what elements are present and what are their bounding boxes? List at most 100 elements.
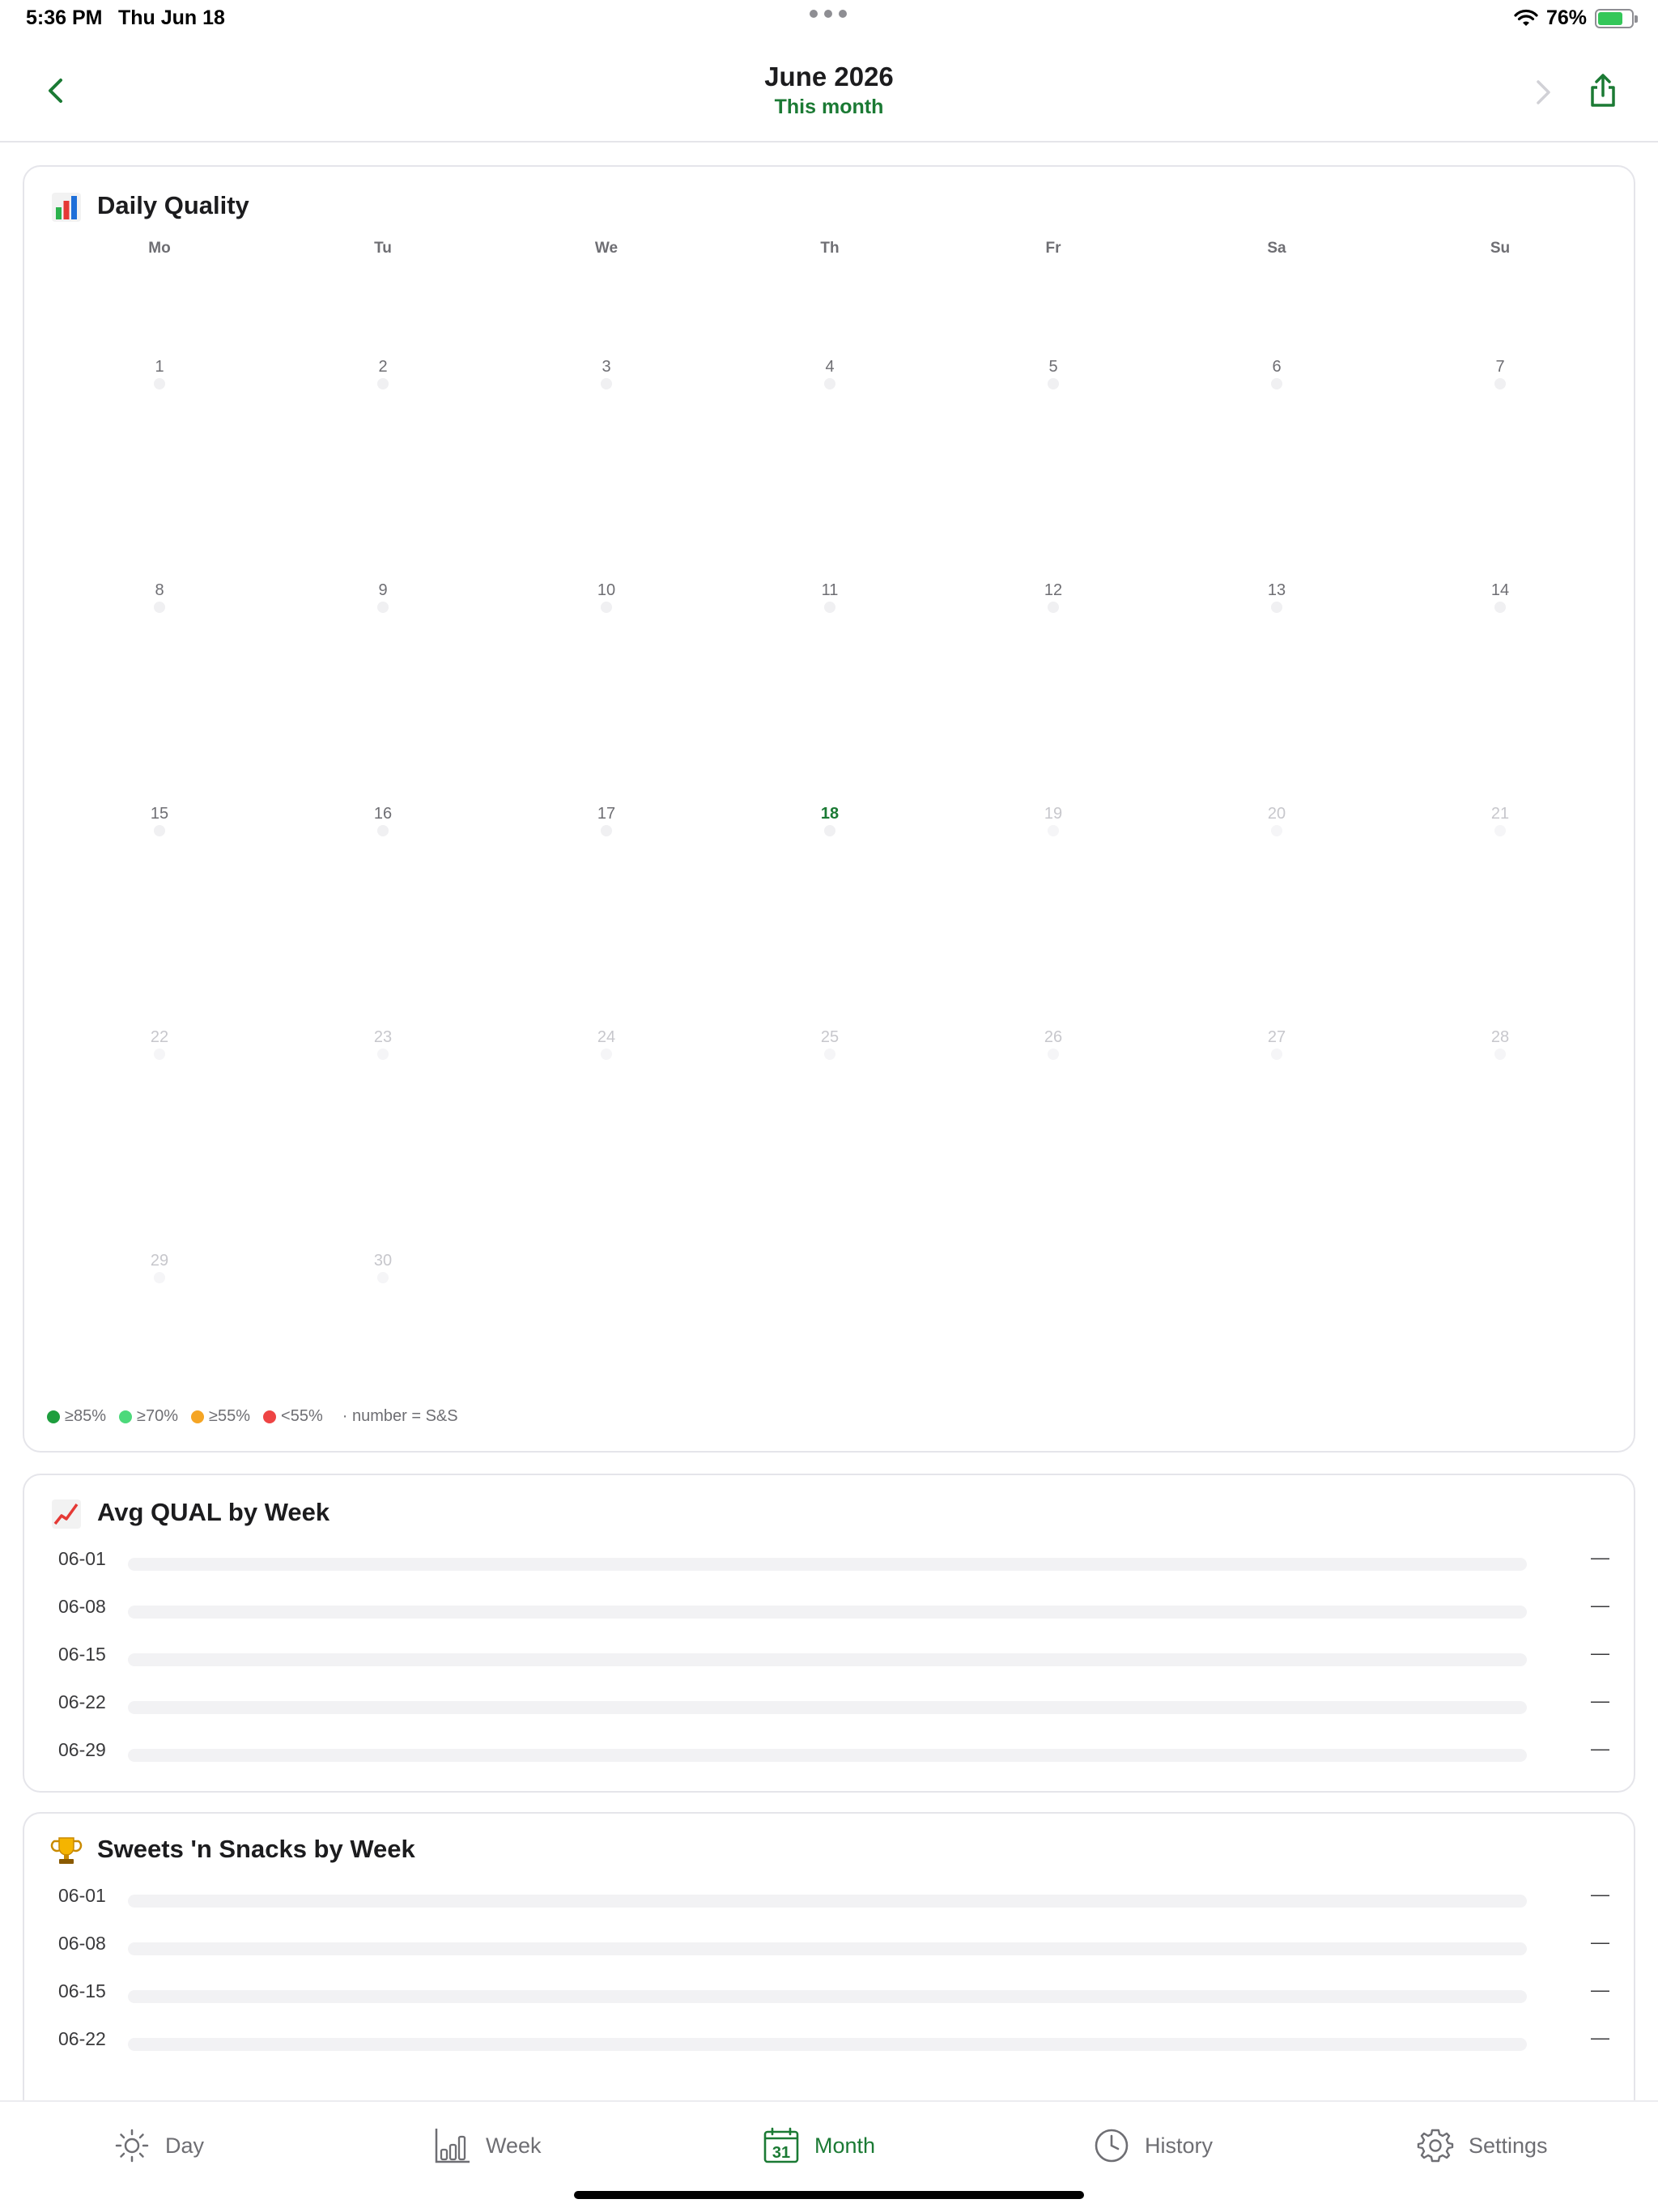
calendar-day[interactable]: 29	[111, 1252, 208, 1283]
legend-label: ≥70%	[137, 1407, 179, 1425]
week-row: 06-01 —	[24, 1545, 1634, 1577]
legend-label: <55%	[281, 1407, 323, 1425]
status-time: 5:36 PM	[26, 6, 103, 29]
week-bar-track	[128, 1749, 1527, 1762]
calendar-day[interactable]: 8	[111, 581, 208, 613]
week-row: 06-15 —	[24, 1640, 1634, 1673]
calendar-day[interactable]: 13	[1228, 581, 1325, 613]
legend-item: ≥70%	[119, 1407, 178, 1426]
calendar-day[interactable]: 21	[1452, 805, 1549, 836]
day-number: 21	[1490, 805, 1510, 823]
calendar-day[interactable]: 11	[781, 581, 878, 613]
calendar-day[interactable]: 22	[111, 1028, 208, 1060]
page-title: June 2026	[764, 62, 894, 91]
calendar-day[interactable]: 12	[1005, 581, 1102, 613]
calendar-day[interactable]: 6	[1228, 358, 1325, 389]
calendar-day[interactable]: 20	[1228, 805, 1325, 836]
calendar-day[interactable]: 27	[1228, 1028, 1325, 1060]
day-quality-dot	[1048, 378, 1059, 389]
day-quality-dot	[154, 1272, 165, 1283]
calendar-day[interactable]: 7	[1452, 358, 1549, 389]
calendar-day[interactable]: 28	[1452, 1028, 1549, 1060]
calendar-icon: 31	[763, 2127, 799, 2163]
week-bar-track	[128, 1990, 1527, 2003]
day-quality-dot	[1271, 1049, 1282, 1060]
wifi-icon	[1514, 9, 1538, 26]
share-icon[interactable]	[1585, 71, 1621, 110]
battery-fill	[1598, 11, 1623, 25]
legend-item: <55%	[263, 1407, 323, 1426]
calendar-day[interactable]: 23	[334, 1028, 432, 1060]
tab-settings[interactable]: Settings	[1417, 2123, 1548, 2168]
tab-history[interactable]: History	[1093, 2123, 1213, 2168]
day-quality-dot	[824, 602, 835, 613]
day-number: 13	[1267, 581, 1286, 599]
calendar-day[interactable]: 10	[558, 581, 655, 613]
tab-day[interactable]: Day	[113, 2123, 204, 2168]
weekday-label: Fr	[1045, 240, 1061, 257]
calendar-day[interactable]: 1	[111, 358, 208, 389]
day-quality-dot	[154, 378, 165, 389]
day-quality-dot	[154, 602, 165, 613]
tab-week-label: Week	[486, 2133, 542, 2158]
calendar-day[interactable]: 25	[781, 1028, 878, 1060]
week-value: —	[1591, 1594, 1609, 1615]
calendar-day[interactable]: 3	[558, 358, 655, 389]
week-bar-track	[128, 1653, 1527, 1666]
calendar-day[interactable]: 15	[111, 805, 208, 836]
calendar-day[interactable]: 5	[1005, 358, 1102, 389]
status-date: Thu Jun 18	[118, 6, 225, 29]
day-quality-dot	[1048, 825, 1059, 836]
day-number: 19	[1044, 805, 1063, 823]
weekday-label: Su	[1490, 240, 1511, 257]
day-quality-dot	[601, 602, 612, 613]
day-number: 30	[373, 1252, 393, 1270]
page-subtitle[interactable]: This month	[0, 96, 1658, 119]
home-indicator[interactable]	[574, 2191, 1084, 2199]
multitasking-dots-icon[interactable]	[810, 10, 847, 18]
week-bar-track	[128, 2038, 1527, 2051]
day-number: 7	[1495, 358, 1505, 376]
week-label: 06-15	[58, 1980, 106, 2001]
calendar-day[interactable]: 16	[334, 805, 432, 836]
sun-icon	[115, 2129, 149, 2163]
sweets-snacks-title: Sweets 'n Snacks by Week	[97, 1835, 415, 1863]
day-quality-dot	[377, 1049, 389, 1060]
calendar-day[interactable]: 24	[558, 1028, 655, 1060]
day-quality-dot	[1271, 378, 1282, 389]
week-value: —	[1591, 1931, 1609, 1952]
week-value: —	[1591, 1883, 1609, 1904]
calendar-day[interactable]: 9	[334, 581, 432, 613]
tab-day-label: Day	[165, 2133, 205, 2158]
calendar-day[interactable]: 2	[334, 358, 432, 389]
daily-quality-card: Daily Quality Mo Tu We Th Fr Sa Su 1 2 3 4 5 6 7 8 9 10…	[23, 165, 1635, 1453]
weekday-label: Mo	[148, 240, 171, 257]
day-quality-dot	[1048, 602, 1059, 613]
week-label: 06-22	[58, 1691, 106, 1712]
calendar-day[interactable]: 17	[558, 805, 655, 836]
day-quality-dot	[824, 378, 835, 389]
calendar-day[interactable]: 19	[1005, 805, 1102, 836]
bar-chart-emoji-icon	[52, 193, 81, 222]
forward-chevron-icon[interactable]	[1527, 74, 1559, 110]
tab-week[interactable]: Week	[434, 2123, 542, 2168]
legend-item: ≥85%	[47, 1407, 106, 1426]
tab-month[interactable]: 31 Month	[763, 2123, 875, 2168]
week-row: 06-08 —	[24, 1593, 1634, 1625]
navigation-bar: June 2026 This month	[0, 39, 1658, 143]
week-value: —	[1591, 1979, 1609, 2000]
calendar-day[interactable]: 18	[781, 805, 878, 836]
day-number: 11	[821, 581, 839, 599]
day-quality-dot	[377, 1272, 389, 1283]
day-number: 22	[150, 1028, 169, 1046]
day-number: 4	[825, 358, 835, 376]
calendar-day[interactable]: 30	[334, 1252, 432, 1283]
weekday-label: Tu	[374, 240, 392, 257]
day-number: 18	[820, 805, 840, 823]
calendar-day[interactable]: 14	[1452, 581, 1549, 613]
calendar-day[interactable]: 26	[1005, 1028, 1102, 1060]
calendar-day[interactable]: 4	[781, 358, 878, 389]
day-number: 1	[155, 358, 164, 376]
tab-history-label: History	[1145, 2133, 1214, 2158]
day-quality-dot	[1494, 378, 1506, 389]
